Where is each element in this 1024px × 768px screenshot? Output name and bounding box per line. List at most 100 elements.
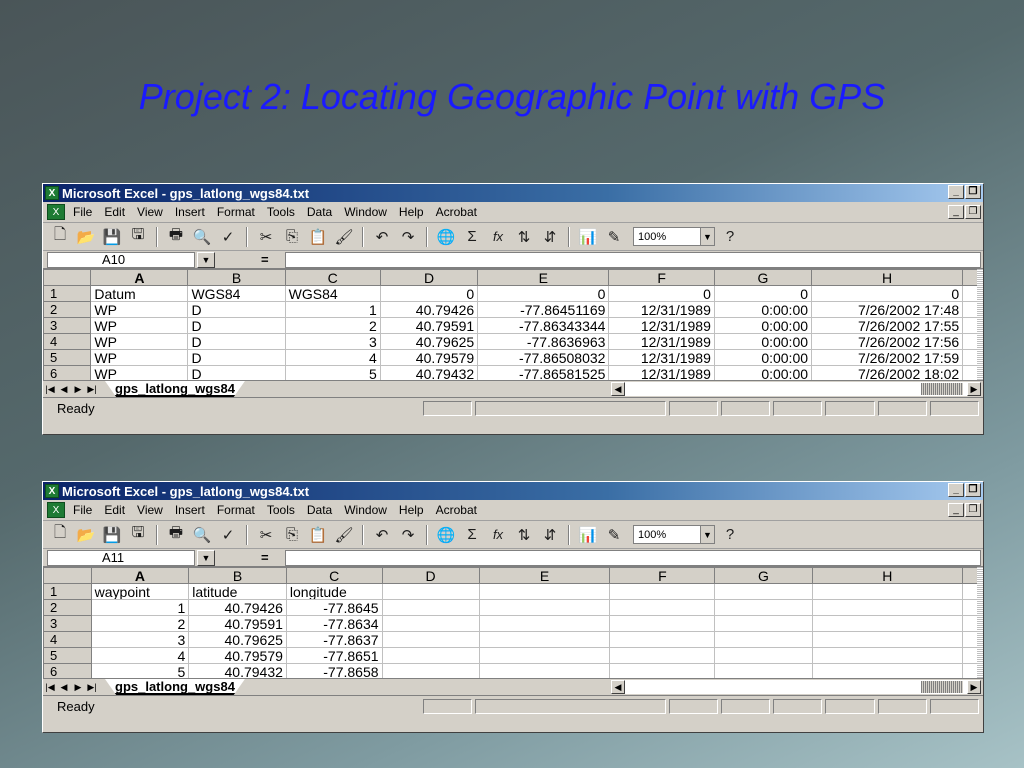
cell[interactable]: -77.8637 [285,631,383,648]
cell[interactable]: 0:00:00 [713,317,813,334]
sheet-tab[interactable]: gps_latlong_wgs84 [105,679,245,695]
cut-icon[interactable]: ✂ [255,226,277,248]
cell[interactable]: D [187,301,286,318]
cell[interactable] [609,647,716,664]
cell[interactable]: 7/26/2002 17:55 [811,317,964,334]
menu-window[interactable]: Window [344,503,387,517]
excel-app-icon[interactable]: X [45,484,59,498]
prev-sheet-icon[interactable]: ◀ [57,382,71,396]
menu-help[interactable]: Help [399,503,424,517]
cell[interactable]: 2 [90,615,190,632]
chevron-down-icon[interactable]: ▼ [197,549,215,566]
cell[interactable] [609,615,716,632]
help-icon[interactable]: ? [719,524,741,546]
row-header[interactable]: 5 [43,349,92,366]
cell[interactable]: D [187,365,286,380]
spelling-icon[interactable]: ✓ [217,524,239,546]
cell[interactable]: 0:00:00 [713,349,813,366]
window-titlebar[interactable]: X Microsoft Excel - gps_latlong_wgs84.tx… [43,482,983,500]
vertical-scrollbar[interactable] [977,567,983,678]
cell[interactable] [478,615,611,632]
workbook-restore-button[interactable]: ❐ [965,503,981,517]
redo-icon[interactable]: ↷ [397,524,419,546]
sort-descending-icon[interactable]: ⇵ [539,226,561,248]
paste-icon[interactable]: 📋 [307,226,329,248]
restore-button[interactable]: ❐ [965,483,981,497]
cell[interactable]: WP [90,349,189,366]
worksheet-grid[interactable]: ABCDEFGH 1 waypoint latitude longitude 2 1 40.… [43,567,983,679]
select-all-corner[interactable] [43,269,92,286]
menu-edit[interactable]: Edit [104,205,125,219]
window-titlebar[interactable]: X Microsoft Excel - gps_latlong_wgs84.tx… [43,184,983,202]
column-header-c[interactable]: C [285,567,383,584]
next-sheet-icon[interactable]: ▶ [71,680,85,694]
cell[interactable]: 12/31/1989 [608,365,715,380]
save-icon[interactable]: 💾 [101,226,123,248]
row-header[interactable]: 5 [43,647,92,664]
cell[interactable]: 40.79579 [379,349,479,366]
cell[interactable] [811,663,964,678]
cell[interactable]: WGS84 [284,285,381,302]
function-icon[interactable]: fx [487,524,509,546]
column-header-d[interactable]: D [379,269,479,286]
chevron-down-icon[interactable]: ▼ [700,228,714,245]
row-header[interactable]: 3 [43,317,92,334]
cell[interactable] [811,631,964,648]
first-sheet-icon[interactable]: |◀ [43,680,57,694]
cell[interactable] [811,647,964,664]
cell[interactable] [609,599,716,616]
cell[interactable] [811,583,964,600]
cell[interactable]: 40.79426 [188,599,287,616]
cell[interactable]: -77.86343344 [477,317,610,334]
cell[interactable] [714,583,813,600]
cell[interactable]: 12/31/1989 [608,317,715,334]
copy-icon[interactable]: ⎘ [281,226,303,248]
cell[interactable]: -77.86508032 [477,349,610,366]
cell[interactable]: 12/31/1989 [608,333,715,350]
cell[interactable]: -77.8658 [285,663,383,678]
new-icon[interactable]: 🗋 [49,226,71,248]
scroll-right-icon[interactable]: ▶ [967,382,981,396]
menu-insert[interactable]: Insert [175,205,205,219]
scroll-right-icon[interactable]: ▶ [967,680,981,694]
cell[interactable]: 0:00:00 [713,365,813,380]
cell[interactable]: 7/26/2002 18:02 [811,365,964,380]
permission-icon[interactable]: 🖫 [127,226,149,248]
menu-acrobat[interactable]: Acrobat [436,205,477,219]
cell[interactable]: D [187,349,286,366]
menu-help[interactable]: Help [399,205,424,219]
drawing-icon[interactable]: ✎ [603,524,625,546]
cell[interactable]: 4 [90,647,190,664]
excel-app-icon[interactable]: X [45,186,59,200]
first-sheet-icon[interactable]: |◀ [43,382,57,396]
help-icon[interactable]: ? [719,226,741,248]
cell[interactable]: 40.79591 [379,317,479,334]
menu-format[interactable]: Format [217,503,255,517]
cell[interactable]: 0 [477,285,610,302]
hyperlink-icon[interactable]: 🌐 [435,524,457,546]
column-header-b[interactable]: B [188,567,287,584]
cell[interactable]: 40.79625 [379,333,479,350]
autosum-icon[interactable]: Σ [461,226,483,248]
cell[interactable]: Datum [90,285,189,302]
zoom-select[interactable]: 100% ▼ [633,227,715,246]
menu-data[interactable]: Data [307,205,332,219]
cell[interactable]: 3 [284,333,381,350]
column-header-e[interactable]: E [478,567,611,584]
column-header-a[interactable]: A [90,567,190,584]
cell[interactable]: 0 [811,285,964,302]
print-icon[interactable]: 🖶 [165,226,187,248]
cell[interactable]: 1 [90,599,190,616]
zoom-select[interactable]: 100% ▼ [633,525,715,544]
cell[interactable] [714,631,813,648]
scroll-left-icon[interactable]: ◀ [611,382,625,396]
cell[interactable]: longitude [285,583,383,600]
row-header[interactable]: 4 [43,333,92,350]
sort-ascending-icon[interactable]: ⇅ [513,524,535,546]
copy-icon[interactable]: ⎘ [281,524,303,546]
row-header[interactable]: 6 [43,365,92,380]
column-header-d[interactable]: D [381,567,480,584]
chevron-down-icon[interactable]: ▼ [700,526,714,543]
cell[interactable] [381,615,480,632]
column-header-f[interactable]: F [608,269,715,286]
